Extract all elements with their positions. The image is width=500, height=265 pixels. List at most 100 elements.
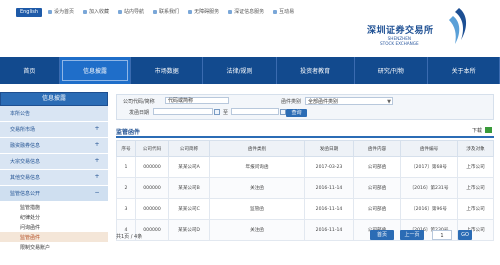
table-row: 3 000000 某某公司C 监管函 2016-11-14 公司部函 〔2016… [116, 198, 494, 220]
cell: 上市公司 [457, 177, 494, 199]
cell: 000000 [135, 198, 169, 220]
cell: 000000 [135, 177, 169, 199]
main-content: 公司代码/简称 代码或简称 函件类别 全部函件类别 ▼ 发函日期 至 查询 监管… [116, 94, 494, 241]
top-link-info-service[interactable]: 深证信息服务 [228, 8, 264, 15]
top-link-home[interactable]: 设为首页 [48, 8, 74, 15]
nav-home[interactable]: 首页 [0, 57, 60, 84]
collapse-icon[interactable]: − [94, 190, 100, 196]
szse-logo[interactable]: 深圳证券交易所 SHENZHEN STOCK EXCHANGE [367, 6, 487, 54]
top-link-favorite[interactable]: 加入收藏 [83, 8, 109, 15]
table-row: 1 000000 某某公司A 年报问询函 2017-03-23 公司部函 〔20… [116, 156, 494, 178]
cell: 2016-11-14 [304, 198, 354, 220]
nav-investor-education[interactable]: 投资者教育 [277, 57, 355, 84]
top-link-contact[interactable]: 联系我们 [153, 8, 179, 15]
query-button[interactable]: 查询 [286, 109, 307, 117]
col-header: 公司简称 [168, 140, 210, 157]
sidebar-subitem-letters[interactable]: 监管函件 [0, 232, 108, 242]
cell: 上市公司 [457, 198, 494, 220]
type-select[interactable]: 全部函件类别 ▼ [305, 97, 393, 105]
nav-about[interactable]: 关于本所 [428, 57, 500, 84]
cell: 000000 [135, 156, 169, 178]
top-link-accessibility[interactable]: 无障碍服务 [188, 8, 219, 15]
sidebar: 信息披露 本所公告 交易所市场 + 融资融券信息 + 大宗交易信息 + 其他交易… [0, 92, 108, 265]
top-link-interaction[interactable]: 互动易 [273, 8, 294, 15]
expand-icon[interactable]: + [94, 142, 100, 148]
col-header: 发函日期 [304, 140, 354, 157]
expand-icon[interactable]: + [94, 158, 100, 164]
sidebar-item-label: 其他交易信息 [10, 175, 41, 181]
top-links: 设为首页 加入收藏 站内导航 联系我们 无障碍服务 深证信息服务 互动易 [48, 8, 294, 15]
excel-icon[interactable] [485, 127, 492, 133]
table-row: 2 000000 某某公司B 关注函 2016-11-14 公司部函 〔2016… [116, 177, 494, 199]
col-header: 序号 [116, 140, 136, 157]
cell-link[interactable]: 〔2016〕第231号 [400, 177, 458, 199]
cell: 公司部函 [353, 156, 401, 178]
download-label[interactable]: 下载 [472, 127, 482, 134]
cell: 公司部函 [353, 177, 401, 199]
top-header: English 设为首页 加入收藏 站内导航 联系我们 无障碍服务 深证信息服务… [0, 0, 500, 56]
company-label: 公司代码/简称 [123, 99, 155, 105]
sidebar-item-other-trade[interactable]: 其他交易信息 + [0, 170, 108, 186]
main-nav: 首页 信息披露 市场数据 法律/规则 投资者教育 研究/刊物 关于本所 [0, 57, 500, 84]
cell: 上市公司 [457, 156, 494, 178]
sidebar-item-label: 监管信息公开 [10, 191, 41, 197]
page-input[interactable]: 1 [432, 230, 452, 240]
go-button[interactable]: GO [458, 230, 472, 240]
cell: 1 [116, 156, 136, 178]
date-separator: 至 [223, 110, 229, 116]
letters-table: 序号 公司代码 公司简称 函件类别 发函日期 函件内容 函件编号 涉及对象 1 … [116, 140, 494, 241]
col-header: 函件内容 [353, 140, 401, 157]
cell-link[interactable]: 监管函 [209, 198, 305, 220]
prev-page-button[interactable]: 上一页 [400, 230, 424, 240]
col-header: 公司代码 [135, 140, 169, 157]
expand-icon[interactable]: + [94, 174, 100, 180]
nav-market-data[interactable]: 市场数据 [131, 57, 204, 84]
sidebar-subitem-inquiry[interactable]: 问询函件 [0, 222, 108, 232]
top-link-sitemap[interactable]: 站内导航 [118, 8, 144, 15]
pagination-info: 共1页 / 4条 [116, 234, 143, 240]
chevron-down-icon: ▼ [387, 99, 391, 105]
english-button[interactable]: English [16, 8, 42, 17]
cell: 2016-11-14 [304, 177, 354, 199]
cell: 3 [116, 198, 136, 220]
sidebar-item-block-trade[interactable]: 大宗交易信息 + [0, 154, 108, 170]
sidebar-item-regulation[interactable]: 监管信息公开 − [0, 186, 108, 202]
cell: 某某公司B [168, 177, 210, 199]
cell: 公司部函 [353, 198, 401, 220]
nav-research[interactable]: 研究/刊物 [355, 57, 429, 84]
calendar-icon[interactable] [214, 109, 220, 115]
pagination: 共1页 / 4条 首页 上一页 1 GO [116, 230, 494, 242]
company-input[interactable]: 代码或简称 [165, 97, 229, 104]
sidebar-item-label: 交易所市场 [10, 127, 36, 133]
sidebar-subitem-sanctions[interactable]: 纪律处分 [0, 212, 108, 222]
type-label: 函件类别 [281, 99, 302, 105]
cell: 某某公司C [168, 198, 210, 220]
cell-link[interactable]: 关注函 [209, 177, 305, 199]
sidebar-subitem-measures[interactable]: 监管措施 [0, 202, 108, 212]
cell: 某某公司A [168, 156, 210, 178]
nav-rules[interactable]: 法律/规则 [203, 57, 277, 84]
cell-link[interactable]: 年报问询函 [209, 156, 305, 178]
cell-link[interactable]: 〔2016〕第96号 [400, 198, 458, 220]
sidebar-item-market[interactable]: 交易所市场 + [0, 122, 108, 138]
logo-cn-name: 深圳证券交易所 [367, 26, 434, 36]
end-date-input[interactable] [231, 108, 279, 115]
logo-emblem-icon [449, 8, 467, 44]
col-header: 涉及对象 [457, 140, 494, 157]
cell: 2017-03-23 [304, 156, 354, 178]
start-date-input[interactable] [153, 108, 213, 115]
cell-link[interactable]: 〔2017〕第68号 [400, 156, 458, 178]
table-header-row: 序号 公司代码 公司简称 函件类别 发函日期 函件内容 函件编号 涉及对象 [116, 140, 494, 157]
sidebar-item-label: 大宗交易信息 [10, 159, 41, 165]
col-header: 函件类别 [209, 140, 305, 157]
sidebar-subitem-restricted[interactable]: 限制交易账户 [0, 242, 108, 252]
date-label: 发函日期 [129, 110, 150, 116]
section-title: 监管函件 [116, 129, 141, 136]
sidebar-item-label: 融资融券信息 [10, 143, 41, 149]
expand-icon[interactable]: + [94, 126, 100, 132]
logo-en-name: SHENZHEN STOCK EXCHANGE [380, 36, 419, 46]
nav-disclosure[interactable]: 信息披露 [59, 57, 132, 84]
sidebar-item-announcements[interactable]: 本所公告 [0, 106, 108, 122]
first-page-button[interactable]: 首页 [370, 230, 394, 240]
sidebar-item-margin[interactable]: 融资融券信息 + [0, 138, 108, 154]
